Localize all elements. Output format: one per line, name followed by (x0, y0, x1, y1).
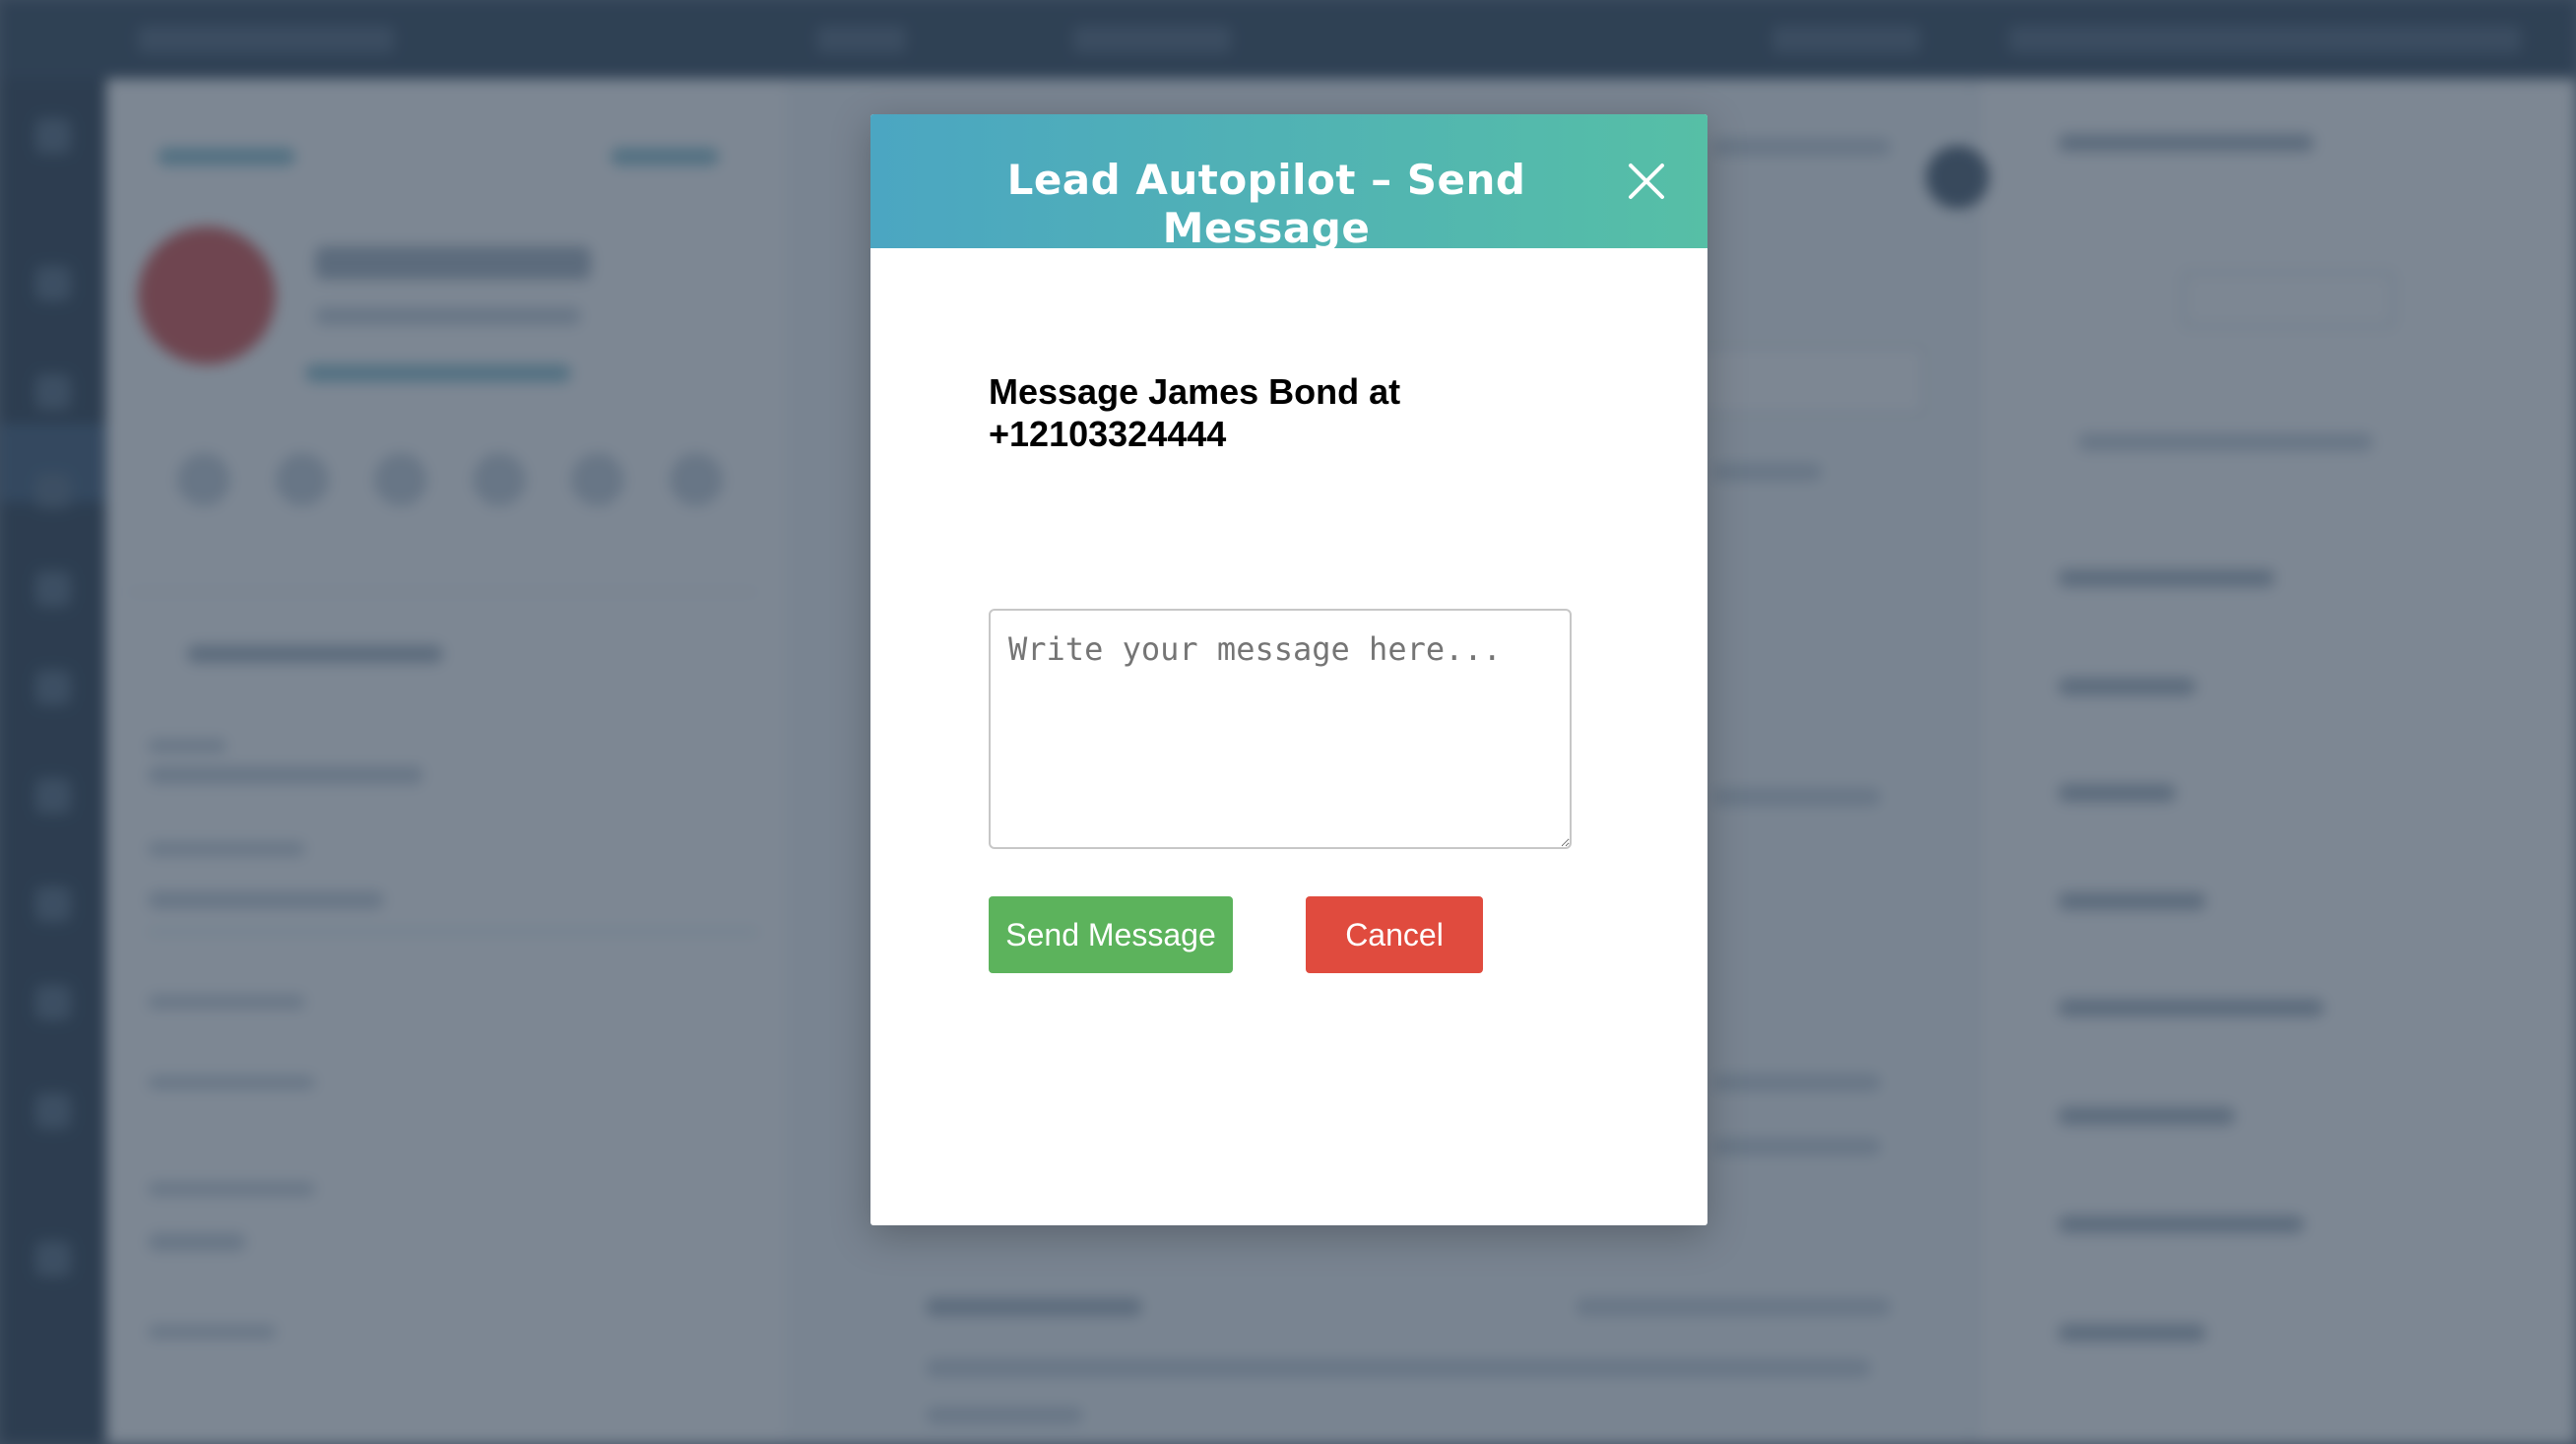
recipient-prefix: Message James Bond at (989, 371, 1401, 412)
dialog-body: Message James Bond at +12103324444 Send … (989, 370, 1619, 973)
recipient-phone: +12103324444 (989, 414, 1227, 454)
close-button[interactable] (1619, 154, 1674, 209)
recipient-heading: Message James Bond at +12103324444 (989, 370, 1619, 455)
message-input[interactable] (989, 609, 1572, 849)
close-icon (1629, 164, 1664, 199)
send-message-dialog: Lead Autopilot – Send Message Message Ja… (870, 114, 1707, 1225)
dialog-header: Lead Autopilot – Send Message (870, 114, 1707, 252)
dialog-title: Lead Autopilot – Send Message (1006, 156, 1526, 252)
send-message-button[interactable]: Send Message (989, 896, 1233, 973)
cancel-button[interactable]: Cancel (1306, 896, 1483, 973)
